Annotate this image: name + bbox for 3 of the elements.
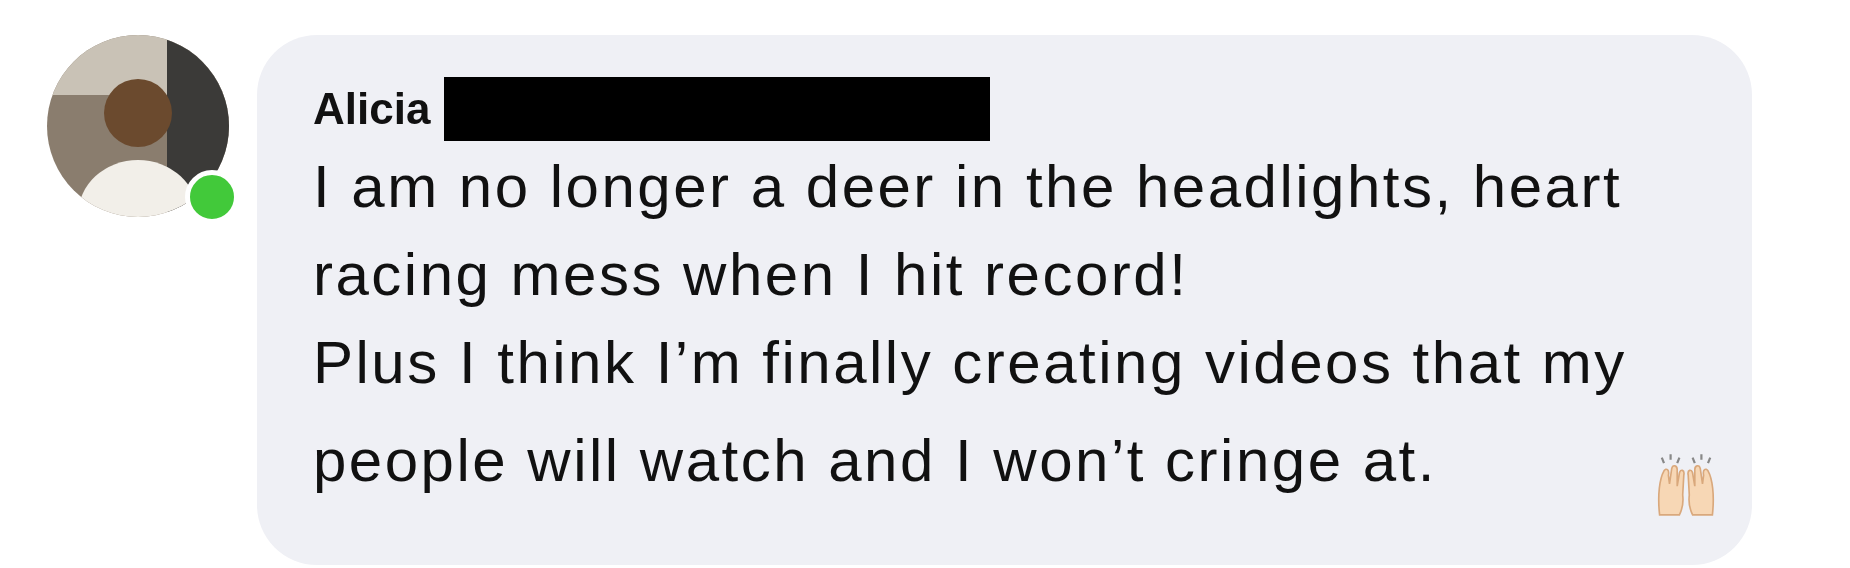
author-name[interactable]: Alicia	[313, 84, 431, 134]
comment-text: Plus I think I’m finally creating videos that my people will watch and I won’t cringe at.	[313, 328, 1628, 496]
comment-text: I am no longer a deer in the headlights, heart racing mess when I hit record!	[313, 152, 1624, 310]
